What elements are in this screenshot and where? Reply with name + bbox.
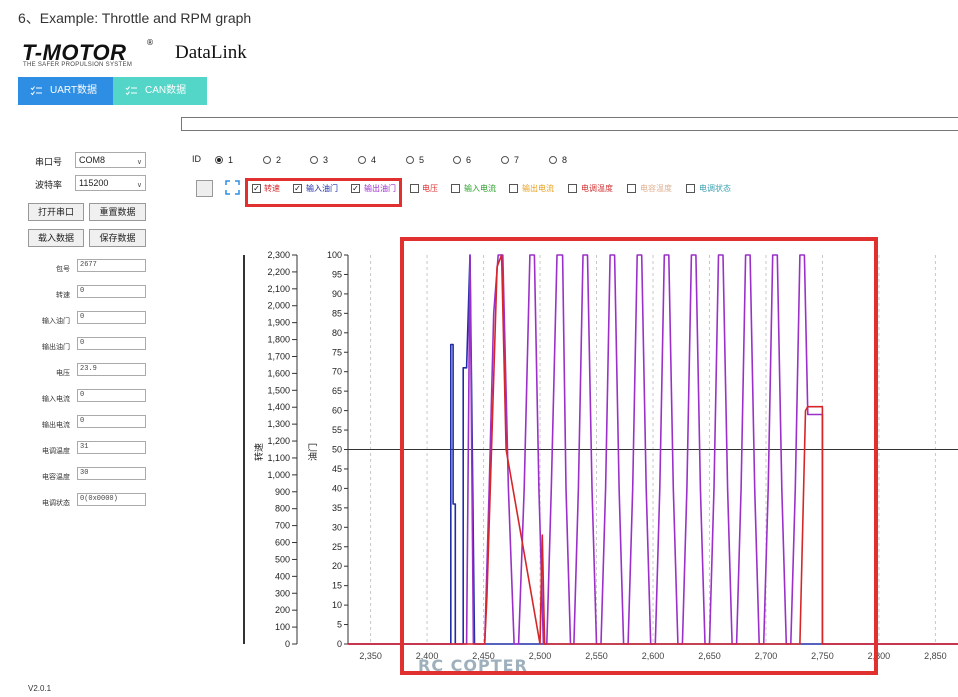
y-right-tick-label: 80 (332, 328, 342, 338)
y-right-tick-label: 55 (332, 425, 342, 435)
y-left-tick-label: 500 (275, 554, 290, 564)
y-left-tick-label: 1,700 (267, 351, 290, 361)
y-left-axis-label: 转速 (253, 443, 265, 461)
y-left-tick-label: 1,600 (267, 368, 290, 378)
y-left-tick-label: 1,300 (267, 419, 290, 429)
y-right-tick-label: 0 (337, 639, 342, 649)
y-right-tick-label: 45 (332, 464, 342, 474)
y-right-tick-label: 70 (332, 367, 342, 377)
y-right-tick-label: 95 (332, 269, 342, 279)
y-right-tick-label: 20 (332, 561, 342, 571)
y-left-tick-label: 100 (275, 622, 290, 632)
y-left-tick-label: 1,200 (267, 436, 290, 446)
y-left-tick-label: 1,000 (267, 470, 290, 480)
y-right-tick-label: 10 (332, 600, 342, 610)
y-right-tick-label: 5 (337, 620, 342, 630)
y-right-tick-label: 40 (332, 483, 342, 493)
y-right-tick-label: 30 (332, 522, 342, 532)
y-left-tick-label: 0 (285, 639, 290, 649)
watermark: RC COPTER (418, 656, 528, 675)
y-right-tick-label: 25 (332, 542, 342, 552)
y-left-tick-label: 600 (275, 538, 290, 548)
y-left-tick-label: 2,100 (267, 284, 290, 294)
y-left-tick-label: 800 (275, 504, 290, 514)
y-right-tick-label: 15 (332, 581, 342, 591)
y-right-tick-label: 65 (332, 386, 342, 396)
y-left-tick-label: 200 (275, 605, 290, 615)
y-right-tick-label: 100 (327, 250, 342, 260)
y-right-tick-label: 90 (332, 289, 342, 299)
y-left-tick-label: 2,200 (267, 267, 290, 277)
y-left-tick-label: 400 (275, 571, 290, 581)
y-left-tick-label: 1,400 (267, 402, 290, 412)
y-right-tick-label: 75 (332, 347, 342, 357)
y-left-tick-label: 1,900 (267, 318, 290, 328)
y-left-tick-label: 300 (275, 588, 290, 598)
y-left-tick-label: 900 (275, 487, 290, 497)
y-left-tick-label: 1,800 (267, 335, 290, 345)
y-left-tick-label: 700 (275, 521, 290, 531)
checkbox-highlight-box (245, 178, 402, 207)
y-left-tick-label: 2,000 (267, 301, 290, 311)
y-right-tick-label: 50 (332, 445, 342, 455)
chart-highlight-box (400, 237, 878, 675)
y-right-tick-label: 35 (332, 503, 342, 513)
y-right-axis-label: 油门 (307, 443, 319, 461)
y-right-tick-label: 85 (332, 308, 342, 318)
version-label: V2.0.1 (28, 684, 52, 693)
x-tick-label: 2,850 (924, 651, 947, 661)
y-right-tick-label: 60 (332, 406, 342, 416)
y-left-tick-label: 2,300 (267, 250, 290, 260)
y-left-tick-label: 1,500 (267, 385, 290, 395)
x-tick-label: 2,350 (359, 651, 382, 661)
y-left-tick-label: 1,100 (267, 453, 290, 463)
